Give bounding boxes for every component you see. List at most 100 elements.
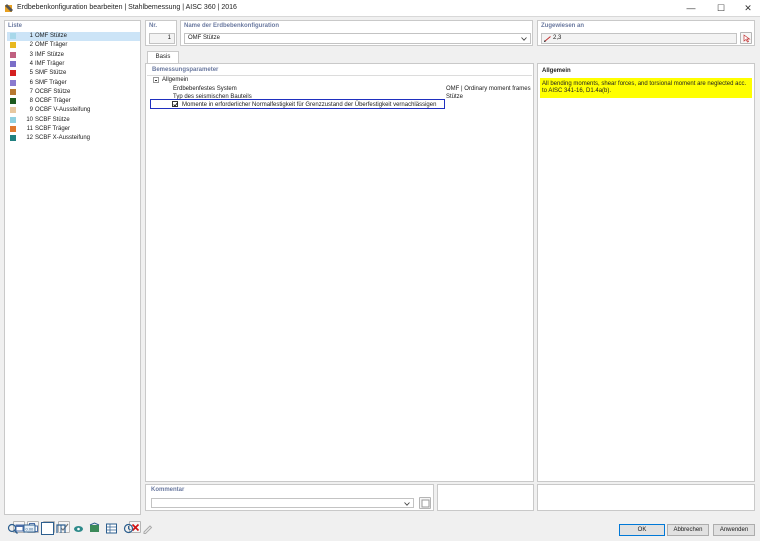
list-item[interactable]: 1 OMF Stütze [7,32,140,41]
collapse-toggle[interactable] [153,77,159,83]
list-item[interactable]: 12 SCBF X-Aussteifung [7,134,140,143]
list-item-name: SMF Stütze [35,70,67,77]
comment-input[interactable] [151,498,414,508]
divider [147,75,532,76]
param-label-system: Erdbebenfestes System [173,86,237,92]
select-cursor-icon [743,34,751,43]
param-value-member-type[interactable]: Stütze [446,93,463,101]
svg-text:0.00: 0.00 [26,527,35,532]
number-label: Nr. [149,23,158,29]
info-text: All bending moments, shear forces, and t… [540,78,752,98]
assigned-panel: Zugewiesen an 2,3 [537,20,755,46]
ok-button[interactable]: OK [619,524,665,536]
edit-icon[interactable] [141,522,154,535]
select-members-button[interactable] [740,32,752,44]
minimize-button[interactable]: — [677,0,705,17]
list-item-number: 8 [29,98,33,105]
list-item-number: 4 [29,60,33,67]
chevron-down-icon [404,502,410,506]
list-item-name: SCBF X-Aussteifung [35,135,91,142]
color-swatch [10,33,16,39]
minus-icon [155,80,157,81]
list-item-number: 6 [29,79,33,86]
group-header: Allgemein [162,77,189,83]
view-toggle-button[interactable] [41,522,54,535]
member-icon [544,36,551,42]
list-item[interactable]: 5 SMF Stütze [7,69,140,78]
info-footer-panel [537,484,755,511]
search-icon[interactable] [6,522,19,535]
list-item[interactable]: 9 OCBF V-Aussteifung [7,106,140,115]
window-title: Erdbebenkonfiguration bearbeiten | Stahl… [17,4,237,11]
color-swatch [10,88,16,95]
color-swatch [10,60,16,67]
list-item-name: OMF Träger [35,42,68,49]
list-item-name: OCBF Stütze [35,88,71,95]
list-item-name: IMF Stütze [35,51,65,58]
color-swatch [10,70,16,77]
list-item[interactable]: 10 SCBF Stütze [7,116,140,125]
list-item-number: 11 [26,126,33,132]
assigned-label: Zugewiesen an [541,23,585,29]
library-icon [421,499,430,508]
assigned-field: 2,3 [541,33,737,44]
list-item-number: 3 [29,51,33,58]
info-panel: Allgemein All bending moments, shear for… [537,63,755,482]
table-icon[interactable] [105,522,118,535]
app-icon [5,4,13,12]
color-swatch [10,126,16,132]
comment-title: Kommentar [151,487,185,493]
list-item[interactable]: 3 IMF Stütze [7,51,140,60]
list-item-name: SMF Träger [35,79,67,86]
design-parameters-title: Bemessungsparameter [152,67,219,73]
list-item-number: 2 [29,42,33,49]
design-parameters-panel: Bemessungsparameter Allgemein Erdbebenfe… [145,63,534,482]
empty-panel [437,484,534,511]
list-item[interactable]: 2 OMF Träger [7,41,140,50]
list-item-number: 12 [26,135,33,142]
list-item-number: 5 [29,70,33,77]
list-item-name: OCBF Träger [35,98,71,105]
display-icon[interactable] [72,522,85,535]
units-icon[interactable]: 0.00 [23,522,36,535]
neglect-moments-label: Momente in erforderlicher Normalfestigke… [182,102,437,108]
model-icon[interactable] [88,522,101,535]
color-swatch [10,51,16,58]
reset-icon[interactable] [122,522,135,535]
tab-basis[interactable]: Basis [147,51,179,63]
list-panel: Liste 1 OMF Stütze 2 OMF Träger 3 IMF Stütze 4… [4,20,141,533]
list-item-name: OCBF V-Aussteifung [35,107,91,114]
comment-panel: Kommentar [145,484,434,511]
chevron-down-icon [521,37,527,41]
cancel-button[interactable]: Abbrechen [667,524,709,536]
list-item-name: IMF Träger [35,60,65,67]
list-item[interactable]: 7 OCBF Stütze [7,88,140,97]
maximize-button[interactable]: ☐ [707,0,735,17]
color-swatch [10,116,16,123]
param-value-system[interactable]: OMF | Ordinary moment frames [446,85,531,93]
name-label: Name der Erdbebenkonfiguration [184,23,280,29]
number-panel: Nr. 1 [145,20,177,46]
close-button[interactable]: ✕ [734,0,760,17]
color-swatch [10,135,16,142]
list-item-number: 1 [29,33,33,39]
list-item-name: OMF Stütze [35,33,68,39]
neglect-moments-checkbox[interactable] [172,101,178,107]
list-item[interactable]: 8 OCBF Träger [7,97,140,106]
list-item[interactable]: 11 SCBF Träger [7,125,140,134]
info-title: Allgemein [542,68,571,74]
color-swatch [10,107,16,114]
list-item[interactable]: 6 SMF Träger [7,79,140,88]
list-item-name: SCBF Stütze [35,116,70,123]
list-item[interactable]: 4 IMF Träger [7,60,140,69]
color-swatch [10,79,16,86]
structure-icon[interactable] [55,522,68,535]
checkmark-icon [173,102,178,107]
apply-button[interactable]: Anwenden [713,524,755,536]
color-swatch [10,42,16,49]
name-combobox[interactable]: OMF Stütze [184,33,531,44]
name-value: OMF Stütze [188,35,221,41]
name-panel: Name der Erdbebenkonfiguration OMF Stütz… [180,20,533,46]
comment-library-button[interactable] [419,497,431,509]
number-field: 1 [149,33,175,44]
